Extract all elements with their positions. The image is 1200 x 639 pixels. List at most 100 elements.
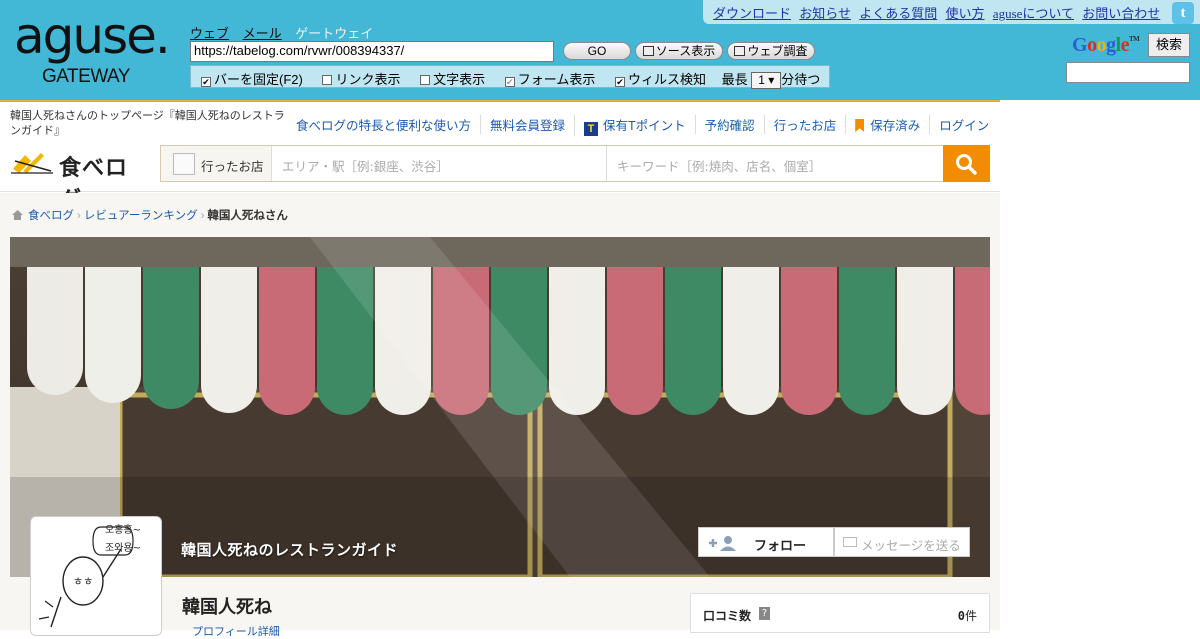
text-display-option[interactable]: 文字表示: [420, 69, 485, 88]
visited-shops-icon: [173, 153, 195, 175]
aguse-toolbar: aguse. GATEWAY ウェブ メール ゲートウェイ https://ta…: [0, 0, 1200, 100]
tpoint-icon: T: [584, 122, 599, 136]
aguse-options: ✔ バーを固定(F2) リンク表示 文字表示 ✔ フォーム表示 ✔ ウィルス検知 最長…: [190, 65, 830, 89]
review-count-value: 0件: [958, 607, 977, 624]
web-check-label: ウェブ調査: [747, 44, 808, 58]
breadcrumb-ranking[interactable]: レビュアーランキング: [84, 210, 198, 222]
link-display-checkbox[interactable]: [322, 75, 333, 85]
review-count-box: 口コミ数 ? 0件: [690, 593, 990, 633]
nav-saved-label: 保存済み: [870, 119, 921, 133]
link-display-label: リンク表示: [335, 72, 401, 87]
form-display-label: フォーム表示: [517, 72, 596, 87]
follow-label: フォロー: [754, 539, 807, 554]
nav-saved[interactable]: 保存済み: [845, 115, 929, 134]
tabelog-logo-icon: [11, 153, 53, 174]
tab-mail[interactable]: メール: [243, 26, 282, 41]
link-news[interactable]: お知らせ: [799, 6, 851, 21]
breadcrumb-separator: ›: [77, 210, 81, 222]
keyword-input[interactable]: キーワード［例:焼肉、店名、個室］: [607, 146, 944, 181]
nav-tpoint[interactable]: T 保有Tポイント: [574, 115, 695, 136]
link-faq[interactable]: よくある質問: [859, 6, 937, 21]
tab-web[interactable]: ウェブ: [190, 26, 229, 41]
form-display-option[interactable]: ✔ フォーム表示: [504, 69, 596, 88]
follow-user-icon: [709, 536, 736, 551]
breadcrumb: 食べログ › レビュアーランキング › 韓国人死ねさん: [12, 207, 288, 223]
home-icon[interactable]: [12, 210, 23, 220]
global-nav: 食べログの特長と便利な使い方 無料会員登録 T 保有Tポイント 予約確認 行ったお店 保存済…: [287, 115, 998, 136]
link-contact[interactable]: お問い合わせ: [1082, 6, 1160, 21]
envelope-icon: [843, 537, 857, 547]
follow-button[interactable]: フォロー: [698, 527, 834, 557]
search-icon: [956, 154, 977, 175]
search-button[interactable]: [943, 145, 990, 182]
nav-features[interactable]: 食べログの特長と便利な使い方: [287, 115, 480, 134]
web-check-button[interactable]: ウェブ調査: [727, 42, 815, 60]
avatar-face-text: ㅎㅎ: [73, 575, 93, 588]
max-wait-suffix: 分待つ: [781, 72, 821, 87]
source-label: ソース表示: [655, 44, 716, 58]
source-view-button[interactable]: ソース表示: [635, 42, 723, 60]
cover-title: 韓国人死ねのレストランガイド: [181, 541, 399, 559]
aguse-logo[interactable]: aguse. GATEWAY: [14, 8, 180, 98]
fix-bar-label: バーを固定(F2): [214, 72, 303, 87]
go-button[interactable]: GO: [563, 42, 631, 60]
nav-register[interactable]: 無料会員登録: [480, 115, 574, 134]
send-message-label: メッセージを送る: [861, 538, 961, 553]
virus-check-label: ウィルス検知: [628, 72, 707, 87]
link-about[interactable]: aguseについて: [993, 6, 1074, 21]
nav-tpoint-label: 保有Tポイント: [603, 119, 686, 133]
avatar-text-1: 오홍홍~: [105, 523, 141, 536]
breadcrumb-home[interactable]: 食べログ: [28, 210, 74, 222]
area-input[interactable]: エリア・駅［例:銀座、渋谷］: [272, 146, 607, 181]
aguse-tabs: ウェブ メール ゲートウェイ: [190, 23, 383, 42]
nav-reservation[interactable]: 予約確認: [694, 115, 764, 134]
page-body: 食べログ › レビュアーランキング › 韓国人死ねさん 韓国人死ねのレストランガ…: [0, 193, 1000, 638]
aguse-logo-main: aguse.: [14, 7, 171, 65]
send-message-button[interactable]: メッセージを送る: [834, 527, 970, 557]
avatar-text-2: 조와용~: [105, 542, 141, 554]
form-display-checkbox[interactable]: ✔: [504, 77, 515, 87]
fix-bar-checkbox[interactable]: ✔: [201, 77, 211, 87]
nav-login[interactable]: ログイン: [929, 115, 998, 134]
twitter-icon[interactable]: t: [1172, 2, 1194, 24]
breadcrumb-separator: ›: [200, 210, 205, 222]
user-name: 韓国人死ね: [182, 597, 272, 618]
link-download[interactable]: ダウンロード: [713, 6, 791, 21]
go-label: GO: [587, 44, 607, 58]
link-display-option[interactable]: リンク表示: [322, 69, 400, 88]
text-display-checkbox[interactable]: [420, 75, 431, 85]
search-bar: 行ったお店 エリア・駅［例:銀座、渋谷］ キーワード［例:焼肉、店名、個室］: [160, 145, 990, 182]
text-display-label: 文字表示: [433, 72, 486, 87]
bookmark-icon: [855, 119, 865, 132]
max-wait-value: 1: [758, 73, 765, 87]
virus-check-option[interactable]: ✔ ウィルス検知: [615, 69, 706, 88]
google-tm: TM: [1129, 35, 1140, 43]
tabelog-logo[interactable]: 食べログ: [11, 149, 141, 213]
review-count-unit: 件: [964, 609, 977, 623]
review-count-number: 0: [957, 609, 965, 623]
link-howto[interactable]: 使い方: [946, 6, 985, 21]
breadcrumb-current: 韓国人死ねさん: [207, 210, 288, 222]
avatar[interactable]: 오홍홍~ 조와용~ ㅎㅎ: [30, 516, 162, 636]
max-wait-prefix: 最長: [721, 72, 748, 87]
check-icon: [734, 46, 746, 56]
visited-shops-label: 行ったお店: [201, 159, 264, 174]
review-count-label: 口コミ数: [703, 609, 752, 623]
google-logo: GoogleTM: [1072, 34, 1140, 56]
tab-gateway[interactable]: ゲートウェイ: [295, 26, 373, 41]
virus-check-checkbox[interactable]: ✔: [615, 77, 625, 87]
site-title: 韓国人死ねさんのトップページ『韓国人死ねのレストランガイド』: [10, 110, 285, 137]
fix-bar-option[interactable]: ✔ バーを固定(F2): [201, 69, 303, 88]
avatar-drawing: 오홍홍~ 조와용~ ㅎㅎ: [31, 517, 161, 635]
url-input[interactable]: https://tabelog.com/rvwr/008394337/: [190, 41, 554, 62]
visited-shops-button[interactable]: 行ったお店: [161, 146, 272, 181]
aguse-top-links: ダウンロード お知らせ よくある質問 使い方 aguseについて お問い合わせ …: [703, 0, 1200, 24]
tabelog-header: 韓国人死ねさんのトップページ『韓国人死ねのレストランガイド』 食べログの特長と便…: [0, 102, 1000, 213]
max-wait-select[interactable]: 1 ▾: [751, 72, 782, 89]
google-search-button[interactable]: 検索: [1148, 33, 1190, 57]
nav-visited[interactable]: 行ったお店: [763, 115, 846, 134]
google-search-input[interactable]: [1066, 62, 1190, 83]
aguse-logo-sub: GATEWAY: [42, 66, 130, 87]
profile-detail-link[interactable]: プロフィール詳細: [192, 623, 280, 639]
help-icon[interactable]: ?: [759, 607, 770, 620]
